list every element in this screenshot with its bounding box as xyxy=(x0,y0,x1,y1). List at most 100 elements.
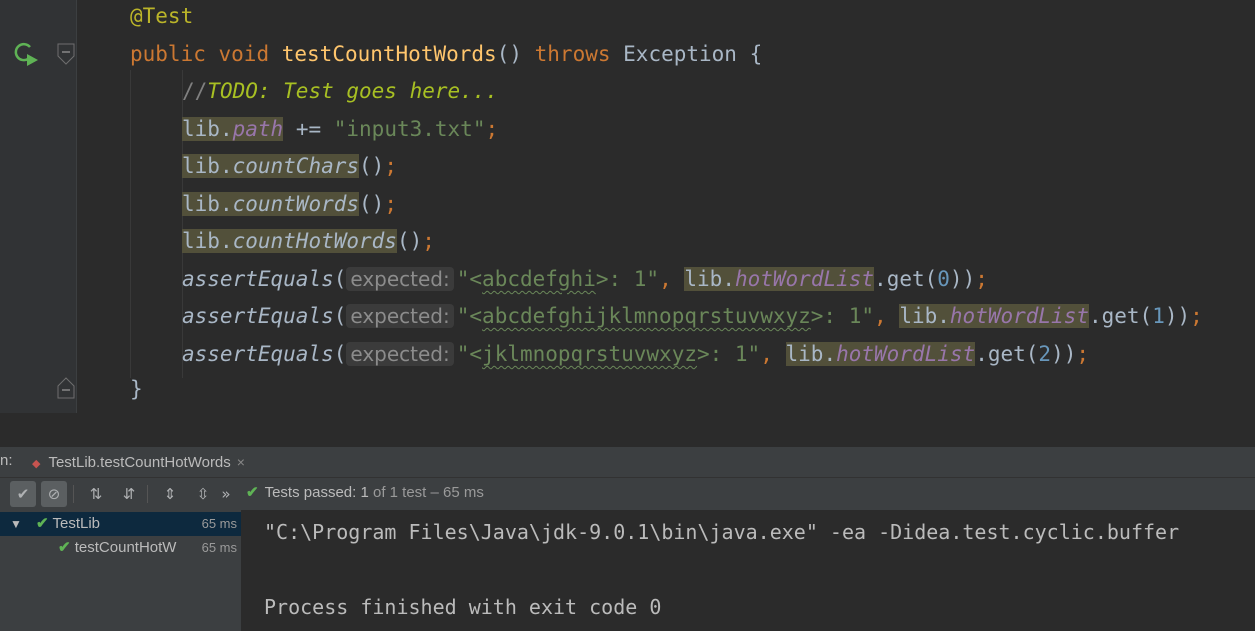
keyword-void: void xyxy=(218,42,270,66)
operator: += xyxy=(283,117,334,141)
code-line-counthotwords: lib.countHotWords(); xyxy=(182,229,435,253)
string-part: "< xyxy=(456,342,483,366)
parens: () xyxy=(359,154,385,178)
code-line-countwords: lib.countWords(); xyxy=(182,192,397,216)
tree-item-label: TestLib xyxy=(52,515,101,532)
pass-check-icon: ✔ xyxy=(246,484,259,501)
test-status: ✔ Tests passed: 1 of 1 test – 65 ms xyxy=(246,483,484,501)
sort-duration-icon[interactable]: ⇵ xyxy=(116,481,142,507)
lib-ref: lib xyxy=(182,117,220,141)
string-part: "< xyxy=(456,267,483,291)
cancel-icon[interactable]: ⊘ xyxy=(41,481,67,507)
code-line-close: } xyxy=(130,371,143,408)
semicolon: ; xyxy=(422,229,435,253)
string-typo: abcdefghi xyxy=(482,267,596,291)
tree-item-time: 65 ms xyxy=(201,540,237,555)
rerun-icon[interactable] xyxy=(10,38,40,68)
close-icon[interactable]: × xyxy=(237,454,245,470)
assert-call: assertEquals xyxy=(182,304,334,328)
code-line-signature: public void testCountHotWords() throws E… xyxy=(130,36,762,73)
index-number: 1 xyxy=(1152,304,1165,328)
close-parens: )) xyxy=(949,267,976,291)
semicolon: ; xyxy=(384,192,397,216)
comma: , xyxy=(659,267,672,291)
status-total: of 1 test xyxy=(372,484,427,501)
index-number: 2 xyxy=(1038,342,1052,366)
method-call: countWords xyxy=(232,192,360,216)
string-typo: jklmnopqrstuvwxyz xyxy=(482,342,697,366)
lib-ref: lib xyxy=(182,229,220,253)
code-line-comment: //TODO: Test goes here... xyxy=(182,73,498,110)
get-call: .get( xyxy=(975,342,1039,366)
string-part: "< xyxy=(456,304,483,328)
get-call: .get( xyxy=(1088,304,1153,328)
param-hint: expected: xyxy=(346,267,454,291)
keyword-throws: throws xyxy=(534,42,611,66)
comma: , xyxy=(874,304,887,328)
parens: () xyxy=(496,42,522,66)
param-hint: expected: xyxy=(346,304,454,328)
lib-ref: lib xyxy=(785,342,824,366)
method-call: countChars xyxy=(232,154,360,178)
open-brace: { xyxy=(749,42,763,66)
assert-call: assertEquals xyxy=(182,342,334,366)
string-literal: "input3.txt" xyxy=(333,117,486,141)
method-call: countHotWords xyxy=(232,229,397,253)
check-icon[interactable]: ✔ xyxy=(10,481,36,507)
semicolon: ; xyxy=(485,117,499,141)
indent-guide xyxy=(130,70,131,378)
tree-item-testlib[interactable]: ▼ ✔ TestLib 65 ms xyxy=(0,512,241,536)
fold-end-icon[interactable] xyxy=(56,376,76,400)
test-tree[interactable]: ▼ ✔ TestLib 65 ms ✔ testCountHotW 65 ms xyxy=(0,510,242,631)
code-editor[interactable]: @Test public void testCountHotWords() th… xyxy=(0,0,1255,413)
code-line-assert-2: assertEquals(expected: "<jklmnopqrstuvwxy… xyxy=(182,342,1090,366)
field-path: path xyxy=(232,117,284,141)
annotation: @Test xyxy=(130,4,194,28)
string-part: >: 1" xyxy=(696,342,761,366)
field-hotwordlist: hotWordList xyxy=(949,304,1089,328)
parens: () xyxy=(359,192,385,216)
lib-ref: lib xyxy=(899,304,938,328)
lib-ref: lib xyxy=(684,267,723,291)
run-config-icon: ◆ xyxy=(32,458,41,470)
comma: , xyxy=(760,342,773,366)
tree-item-time: 65 ms xyxy=(201,516,237,531)
close-brace: } xyxy=(130,377,143,401)
lib-ref: lib xyxy=(182,154,220,178)
expand-arrow-icon[interactable]: ▼ xyxy=(10,512,22,536)
code-line-path: lib.path += "input3.txt"; xyxy=(182,117,499,141)
collapse-all-icon[interactable]: ⇳ xyxy=(190,481,216,507)
param-hint: expected: xyxy=(346,342,454,366)
toolbar-separator xyxy=(73,485,74,503)
todo-comment: TODO: Test goes here... xyxy=(207,79,499,103)
keyword-public: public xyxy=(130,42,206,66)
more-icon[interactable]: » xyxy=(216,481,236,507)
tree-item-testcounthotwords[interactable]: ✔ testCountHotW 65 ms xyxy=(0,536,241,560)
get-call: .get( xyxy=(874,267,938,291)
sort-alpha-icon[interactable]: ⇅ xyxy=(83,481,109,507)
string-part: >: 1" xyxy=(810,304,874,328)
exception-type: Exception xyxy=(623,42,737,66)
string-part: >: 1" xyxy=(595,267,660,291)
tab-label: TestLib.testCountHotWords xyxy=(48,454,231,471)
test-toolbar: ✔ ⊘ ⇅ ⇵ ⇕ ⇳ » ✔ Tests passed: 1 of 1 test… xyxy=(0,477,1255,511)
console-exit-line: Process finished with exit code 0 xyxy=(264,595,662,619)
parens: () xyxy=(396,229,423,253)
run-tool-window-header: n: ◆ TestLib.testCountHotWords × xyxy=(0,446,1255,477)
console-output[interactable]: "C:\Program Files\Java\jdk-9.0.1\bin\jav… xyxy=(242,510,1255,631)
pass-check-icon: ✔ xyxy=(58,539,71,556)
assert-call: assertEquals xyxy=(182,267,334,291)
code-line-assert-1: assertEquals(expected: "<abcdefghijklmnop… xyxy=(182,304,1203,328)
run-label: n: xyxy=(0,452,13,469)
semicolon: ; xyxy=(384,154,397,178)
fold-icon[interactable] xyxy=(56,42,76,66)
semicolon: ; xyxy=(1076,342,1090,366)
code-line-assert-0: assertEquals(expected: "<abcdefghi>: 1", … xyxy=(182,267,988,291)
toolbar-separator xyxy=(147,485,148,503)
expand-all-icon[interactable]: ⇕ xyxy=(157,481,183,507)
tab-testlib-testcounthotwords[interactable]: ◆ TestLib.testCountHotWords × xyxy=(32,447,245,477)
close-parens: )) xyxy=(1051,342,1077,366)
field-hotwordlist: hotWordList xyxy=(836,342,976,366)
status-count: 1 xyxy=(360,484,369,501)
status-time: – 65 ms xyxy=(430,484,484,501)
